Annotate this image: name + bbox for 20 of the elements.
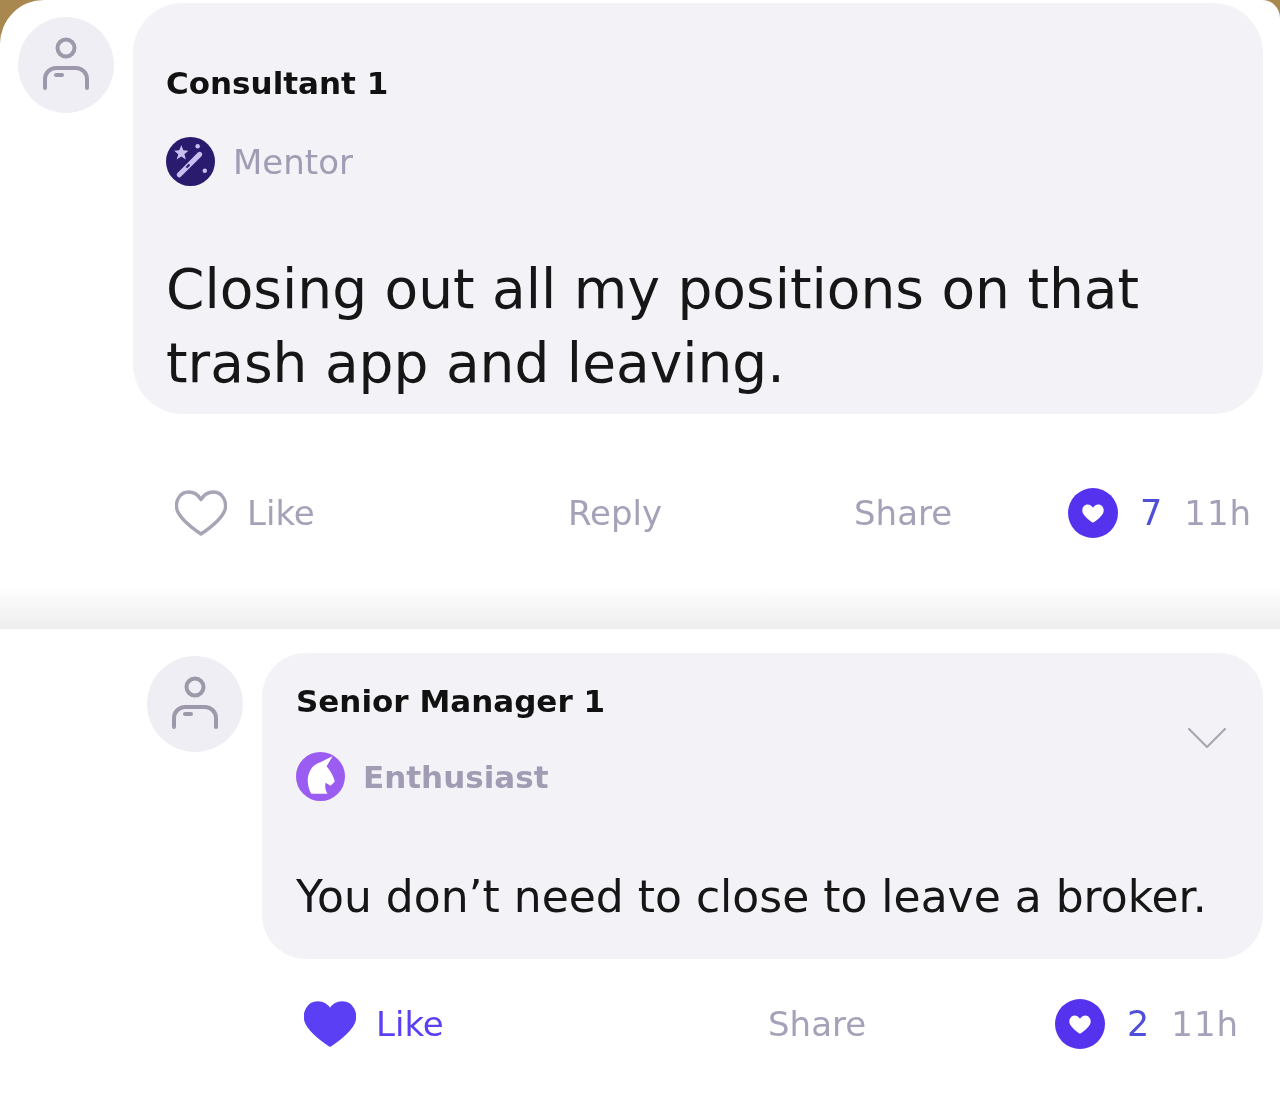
- like-count: 7: [1140, 492, 1163, 535]
- magic-wand-icon: [166, 137, 215, 186]
- comment-text: You don’t need to close to leave a broker.: [296, 870, 1208, 924]
- timestamp: 11h: [1184, 492, 1253, 535]
- heart-icon: [175, 490, 227, 536]
- author-name: Senior Manager 1: [296, 682, 607, 721]
- badge-label: Mentor: [233, 140, 353, 184]
- badge-label: Enthusiast: [363, 757, 549, 797]
- chevron-down-icon[interactable]: [1188, 728, 1226, 748]
- comment-text: Closing out all my positions on that trash app and leaving.: [166, 256, 1141, 397]
- unicorn-icon: [296, 752, 345, 801]
- share-button[interactable]: Share: [854, 489, 953, 537]
- timestamp: 11h: [1171, 1003, 1240, 1046]
- share-button[interactable]: Share: [768, 1000, 867, 1048]
- like-button[interactable]: Like: [175, 489, 315, 537]
- like-button[interactable]: Like: [304, 1000, 444, 1048]
- heart-icon: [304, 1001, 356, 1047]
- like-count: 2: [1127, 1003, 1150, 1046]
- reply-button[interactable]: Reply: [568, 489, 663, 537]
- author-name: Consultant 1: [166, 64, 390, 103]
